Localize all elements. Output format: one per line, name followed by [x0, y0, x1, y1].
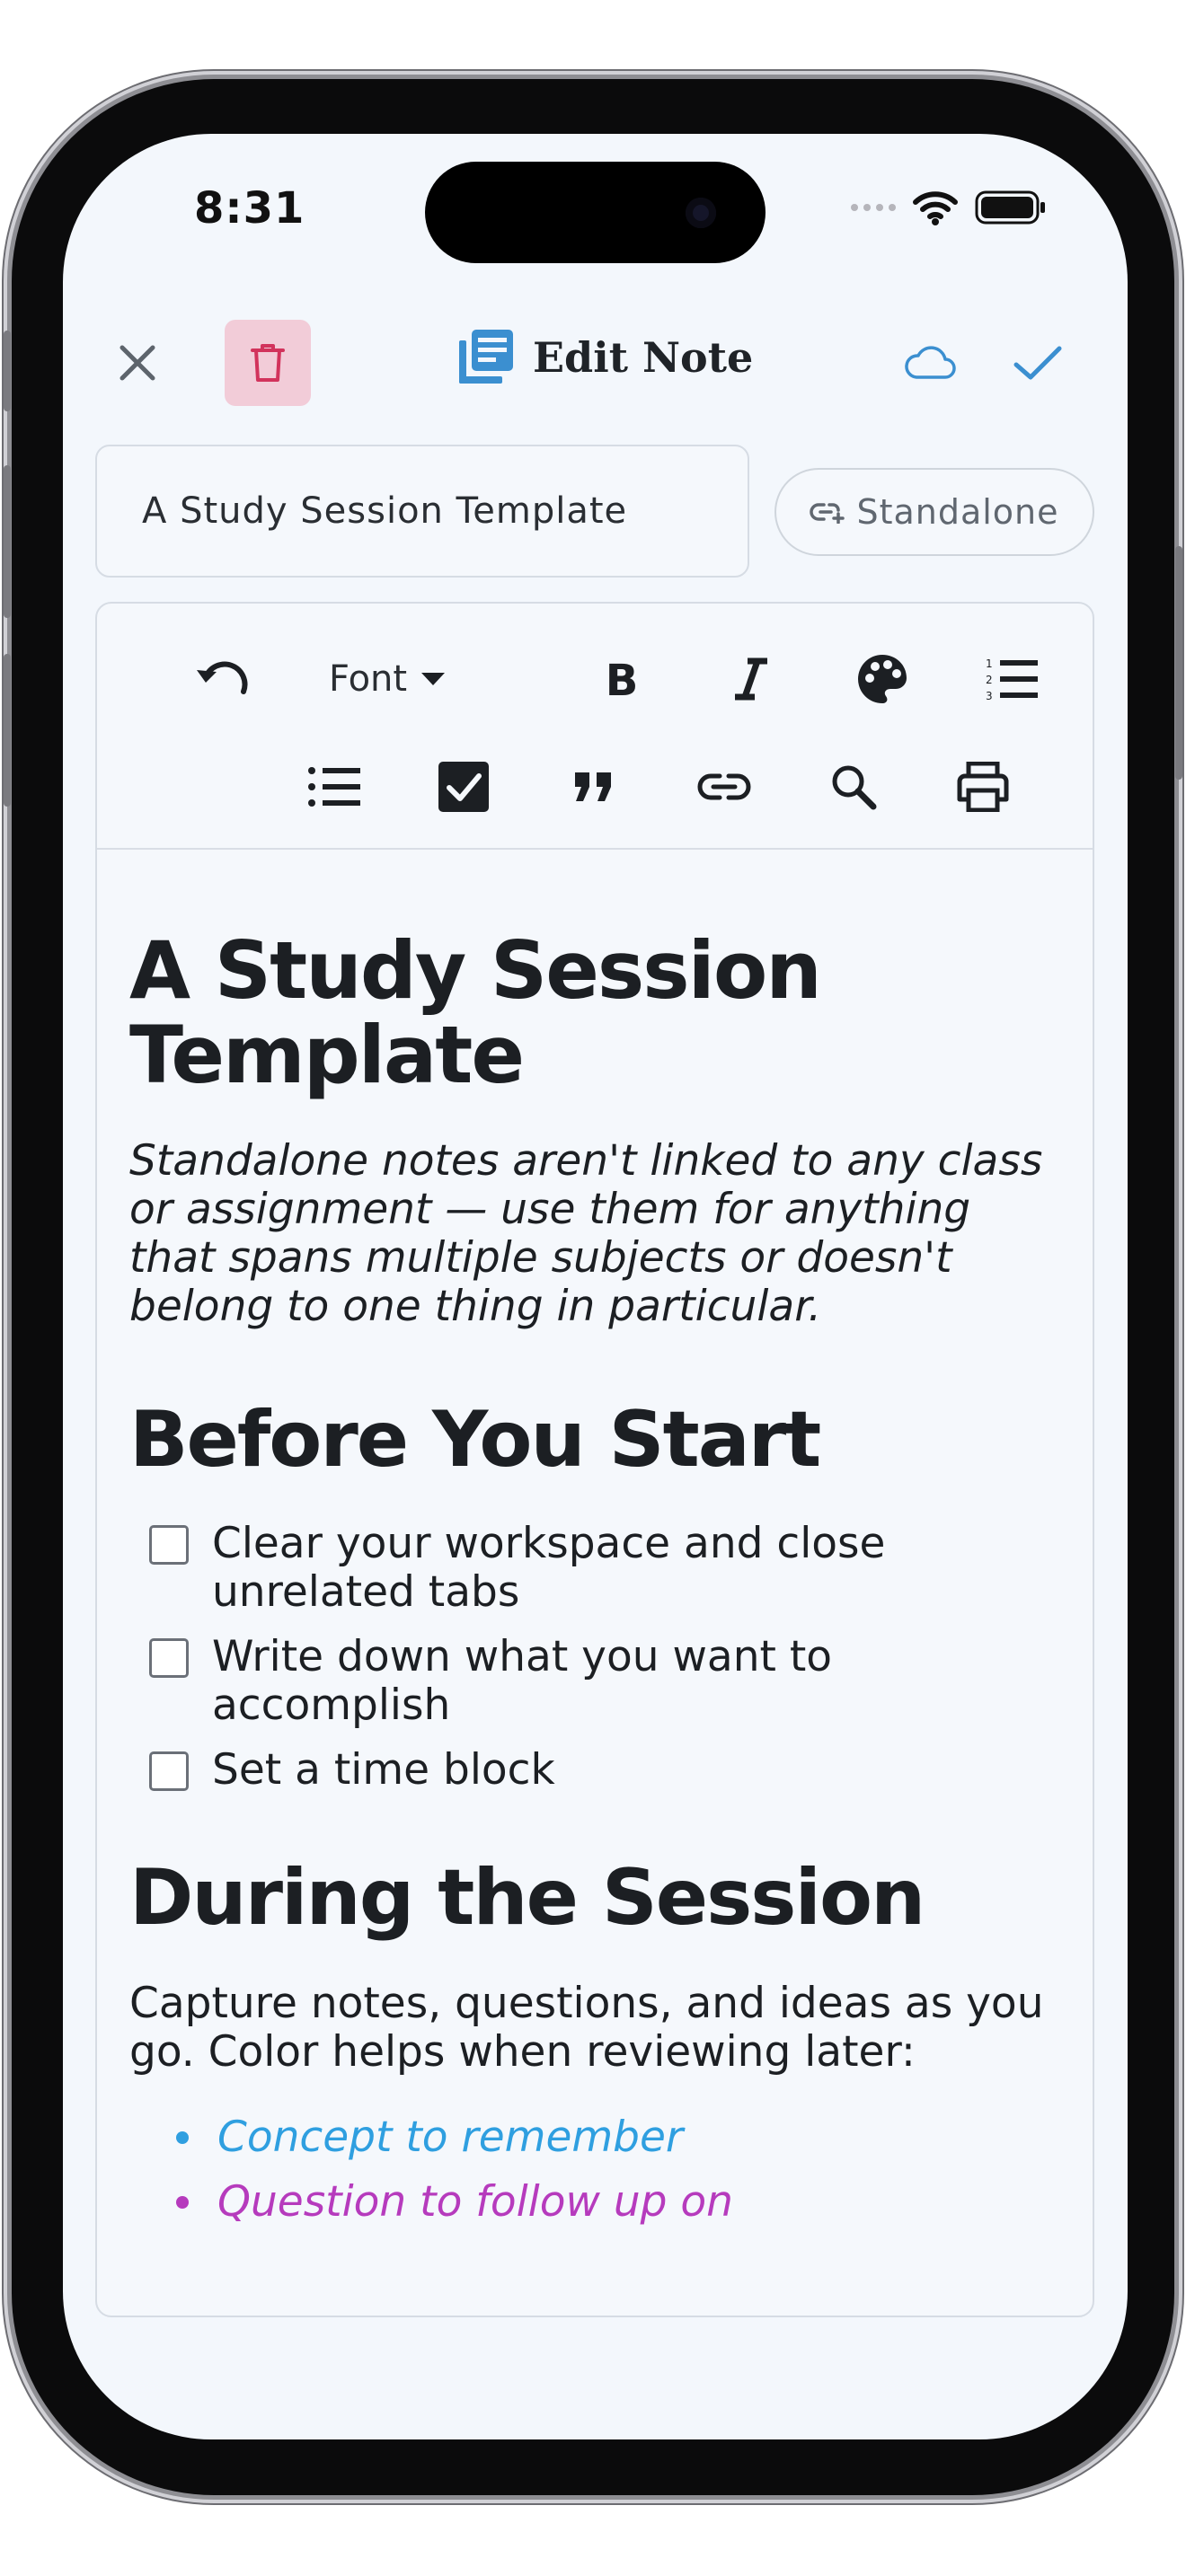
bullet-list-icon [308, 767, 360, 807]
bullet-list-button[interactable] [300, 753, 368, 821]
page-title: Edit Note [533, 333, 754, 382]
rich-text-editor: Font B 1 2 3 A Study Session Template St… [95, 602, 1094, 2317]
document-content[interactable]: A Study Session Template Standalone note… [129, 891, 1064, 2235]
blockquote-button[interactable] [559, 753, 627, 821]
cloud-icon [905, 346, 956, 379]
section-heading-before-you-start: Before You Start [129, 1395, 821, 1485]
font-dropdown-label: Font [329, 658, 408, 700]
checklist-item: Set a time block [149, 1746, 1064, 1795]
close-button[interactable] [108, 333, 167, 393]
wifi-icon [913, 191, 958, 225]
bold-icon: B [606, 657, 639, 701]
close-icon [119, 345, 155, 381]
text-color-button[interactable] [848, 645, 916, 713]
bullet-dot [176, 2131, 189, 2144]
trash-icon [251, 344, 285, 382]
sync-button[interactable] [898, 333, 961, 393]
quote-icon [575, 772, 611, 801]
section-heading-during-the-session: During the Session [129, 1853, 925, 1943]
app-screen: 8:31 Edit Note A Study Session Template … [63, 134, 1128, 2439]
note-icon [459, 330, 513, 384]
undo-icon [197, 661, 248, 694]
bullet-dot [176, 2196, 189, 2209]
top-app-bar: Edit Note [63, 313, 1128, 406]
numbered-list-button[interactable]: 1 2 3 [978, 645, 1046, 713]
checkbox-checked-icon [438, 762, 489, 812]
checkbox[interactable] [149, 1638, 189, 1678]
checklist-item: Clear your workspace and close unrelated… [149, 1520, 1064, 1617]
list-item-text: Concept to remember [217, 2113, 684, 2162]
volume-down-button [4, 654, 11, 807]
color-bullet-list: Concept to remember Question to follow u… [129, 2105, 1064, 2235]
link-mode-pill[interactable]: Standalone [774, 468, 1094, 556]
numbered-list-icon: 1 2 3 [986, 657, 1038, 701]
svg-text:B: B [606, 657, 639, 701]
camera-icon [686, 198, 716, 228]
volume-up-button [4, 465, 11, 618]
list-item-text: Question to follow up on [217, 2177, 733, 2227]
bold-button[interactable]: B [588, 645, 656, 713]
palette-icon [858, 655, 907, 703]
checkbox[interactable] [149, 1751, 189, 1791]
status-time: 8:31 [194, 183, 305, 234]
print-button[interactable] [949, 753, 1017, 821]
power-button [1175, 546, 1182, 780]
checklist-item-text: Set a time block [212, 1745, 555, 1795]
checklist-item-text: Clear your workspace and close unrelated… [212, 1519, 886, 1617]
search-button[interactable] [819, 753, 888, 821]
link-icon [697, 773, 751, 800]
formatting-toolbar: Font B 1 2 3 [97, 604, 1093, 850]
note-title-input[interactable]: A Study Session Template [95, 445, 749, 578]
svg-text:2: 2 [986, 674, 993, 686]
save-button[interactable] [1008, 333, 1067, 393]
caret-down-icon [421, 673, 446, 685]
page-title-group: Edit Note [459, 330, 753, 385]
list-item-question: Question to follow up on [176, 2170, 1064, 2235]
italic-icon [735, 657, 767, 701]
italic-button[interactable] [717, 645, 785, 713]
search-icon [832, 765, 877, 810]
svg-text:1: 1 [986, 657, 993, 670]
printer-icon [957, 762, 1009, 812]
document-heading: A Study Session Template [129, 924, 822, 1101]
link-add-icon [810, 503, 845, 524]
cellular-signal-icon [851, 204, 896, 211]
checkbox[interactable] [149, 1525, 189, 1565]
delete-button[interactable] [225, 320, 311, 406]
list-item-concept: Concept to remember [176, 2105, 1064, 2170]
checklist-button[interactable] [429, 753, 498, 821]
document-intro: Standalone notes aren't linked to any cl… [129, 1136, 1043, 1331]
action-button [4, 331, 11, 411]
insert-link-button[interactable] [690, 753, 758, 821]
checkmark-icon [1013, 346, 1062, 380]
font-dropdown[interactable]: Font [329, 645, 446, 713]
undo-button[interactable] [187, 645, 255, 713]
checklist: Clear your workspace and close unrelated… [129, 1520, 1064, 1795]
dynamic-island [425, 162, 766, 263]
svg-text:3: 3 [986, 690, 993, 701]
battery-icon [975, 190, 1045, 225]
link-mode-label: Standalone [856, 492, 1059, 532]
checklist-item-text: Write down what you want to accomplish [212, 1632, 833, 1730]
section-paragraph: Capture notes, questions, and ideas as y… [129, 1979, 1044, 2077]
checklist-item: Write down what you want to accomplish [149, 1633, 1064, 1730]
status-indicators [851, 190, 1047, 225]
